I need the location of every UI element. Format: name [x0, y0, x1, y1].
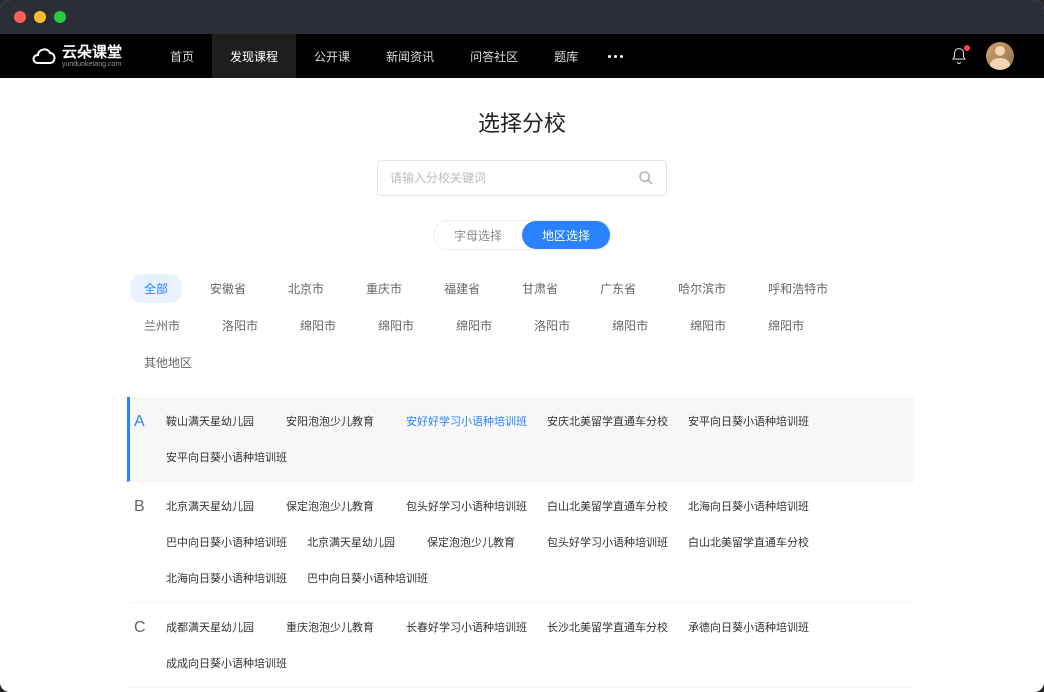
letter-group: D大同满天星幼儿园丹东泡泡少儿教育大连好学习小语种培训班大洋北美留学直通车分校达…	[130, 688, 914, 692]
school-item[interactable]: 北京满天星幼儿园	[166, 488, 266, 524]
school-item[interactable]: 成都满天星幼儿园	[166, 609, 266, 645]
main-content: 选择分校 字母选择 地区选择 全部安徽省北京市重庆市福建省甘肃省广东省哈尔滨市呼…	[0, 78, 1044, 692]
school-item[interactable]: 白山北美留学直通车分校	[547, 488, 668, 524]
cloud-logo-icon	[30, 45, 58, 67]
school-item[interactable]: 保定泡泡少儿教育	[286, 488, 386, 524]
school-item[interactable]: 北海向日葵小语种培训班	[688, 488, 809, 524]
top-navigation: 云朵课堂 yunduoketang.com 首页发现课程公开课新闻资讯问答社区题…	[0, 34, 1044, 78]
region-tag[interactable]: 绵阳市	[364, 311, 428, 340]
region-tag[interactable]: 重庆市	[352, 274, 416, 303]
region-toggle-button[interactable]: 地区选择	[522, 221, 610, 249]
school-item[interactable]: 北京满天星幼儿园	[307, 524, 407, 560]
region-tag[interactable]: 安徽省	[196, 274, 260, 303]
school-item[interactable]: 白山北美留学直通车分校	[688, 524, 809, 560]
nav-item[interactable]: 题库	[536, 34, 596, 78]
region-list: 全部安徽省北京市重庆市福建省甘肃省广东省哈尔滨市呼和浩特市兰州市洛阳市绵阳市绵阳…	[130, 274, 914, 385]
brand-logo[interactable]: 云朵课堂 yunduoketang.com	[30, 45, 122, 68]
region-panel: 全部安徽省北京市重庆市福建省甘肃省广东省哈尔滨市呼和浩特市兰州市洛阳市绵阳市绵阳…	[0, 274, 1044, 397]
region-tag[interactable]: 甘肃省	[508, 274, 572, 303]
letter-label: C	[130, 609, 166, 681]
school-item[interactable]: 安平向日葵小语种培训班	[688, 403, 809, 439]
region-tag[interactable]: 广东省	[586, 274, 650, 303]
maximize-window-button[interactable]	[54, 11, 66, 23]
school-list: 鞍山满天星幼儿园安阳泡泡少儿教育安好好学习小语种培训班安庆北美留学直通车分校安平…	[166, 403, 914, 475]
minimize-window-button[interactable]	[34, 11, 46, 23]
region-tag[interactable]: 兰州市	[130, 311, 194, 340]
region-tag[interactable]: 绵阳市	[442, 311, 506, 340]
brand-name: 云朵课堂	[62, 45, 122, 60]
letter-groups: A鞍山满天星幼儿园安阳泡泡少儿教育安好好学习小语种培训班安庆北美留学直通车分校安…	[0, 397, 1044, 692]
region-tag[interactable]: 哈尔滨市	[664, 274, 740, 303]
notification-bell-icon[interactable]	[950, 47, 968, 65]
toggle-wrap: 字母选择 地区选择	[0, 220, 1044, 250]
school-list: 成都满天星幼儿园重庆泡泡少儿教育长春好学习小语种培训班长沙北美留学直通车分校承德…	[166, 609, 914, 681]
nav-item[interactable]: 新闻资讯	[368, 34, 452, 78]
school-item[interactable]: 成成向日葵小语种培训班	[166, 645, 287, 681]
region-tag[interactable]: 绵阳市	[598, 311, 662, 340]
region-tag[interactable]: 其他地区	[130, 348, 206, 377]
region-tag[interactable]: 洛阳市	[208, 311, 272, 340]
search-wrap	[0, 160, 1044, 196]
search-input[interactable]	[390, 171, 638, 185]
app-window: 云朵课堂 yunduoketang.com 首页发现课程公开课新闻资讯问答社区题…	[0, 0, 1044, 692]
school-item[interactable]: 保定泡泡少儿教育	[427, 524, 527, 560]
letter-label: A	[130, 403, 166, 475]
region-tag[interactable]: 全部	[130, 274, 182, 303]
letter-label: B	[130, 488, 166, 596]
nav-right	[950, 42, 1014, 70]
region-tag[interactable]: 绵阳市	[754, 311, 818, 340]
page-title: 选择分校	[0, 106, 1044, 138]
alphabet-toggle-button[interactable]: 字母选择	[434, 221, 522, 249]
school-item[interactable]: 巴中向日葵小语种培训班	[166, 524, 287, 560]
school-item[interactable]: 安庆北美留学直通车分校	[547, 403, 668, 439]
nav-item[interactable]: 公开课	[296, 34, 368, 78]
nav-item[interactable]: 问答社区	[452, 34, 536, 78]
letter-group: B北京满天星幼儿园保定泡泡少儿教育包头好学习小语种培训班白山北美留学直通车分校北…	[130, 482, 914, 603]
notification-dot-icon	[964, 45, 970, 51]
school-item[interactable]: 包头好学习小语种培训班	[547, 524, 668, 560]
school-item[interactable]: 包头好学习小语种培训班	[406, 488, 527, 524]
filter-toggle: 字母选择 地区选择	[433, 220, 611, 250]
brand-sub: yunduoketang.com	[62, 61, 122, 68]
school-item[interactable]: 安平向日葵小语种培训班	[166, 439, 287, 475]
user-avatar[interactable]	[986, 42, 1014, 70]
nav-more-icon[interactable]	[596, 55, 635, 58]
region-tag[interactable]: 绵阳市	[676, 311, 740, 340]
school-list: 北京满天星幼儿园保定泡泡少儿教育包头好学习小语种培训班白山北美留学直通车分校北海…	[166, 488, 914, 596]
nav-item[interactable]: 发现课程	[212, 34, 296, 78]
region-tag[interactable]: 绵阳市	[286, 311, 350, 340]
region-tag[interactable]: 福建省	[430, 274, 494, 303]
search-box	[377, 160, 667, 196]
nav-items: 首页发现课程公开课新闻资讯问答社区题库	[152, 34, 596, 78]
search-icon[interactable]	[638, 170, 654, 186]
school-item[interactable]: 鞍山满天星幼儿园	[166, 403, 266, 439]
school-item[interactable]: 安阳泡泡少儿教育	[286, 403, 386, 439]
titlebar	[0, 0, 1044, 34]
school-item[interactable]: 长沙北美留学直通车分校	[547, 609, 668, 645]
school-item[interactable]: 安好好学习小语种培训班	[406, 403, 527, 439]
school-item[interactable]: 巴中向日葵小语种培训班	[307, 560, 428, 596]
region-tag[interactable]: 呼和浩特市	[754, 274, 842, 303]
letter-group: C成都满天星幼儿园重庆泡泡少儿教育长春好学习小语种培训班长沙北美留学直通车分校承…	[130, 603, 914, 688]
school-item[interactable]: 重庆泡泡少儿教育	[286, 609, 386, 645]
letter-group: A鞍山满天星幼儿园安阳泡泡少儿教育安好好学习小语种培训班安庆北美留学直通车分校安…	[127, 397, 914, 482]
school-item[interactable]: 北海向日葵小语种培训班	[166, 560, 287, 596]
school-item[interactable]: 承德向日葵小语种培训班	[688, 609, 809, 645]
region-tag[interactable]: 洛阳市	[520, 311, 584, 340]
school-item[interactable]: 长春好学习小语种培训班	[406, 609, 527, 645]
close-window-button[interactable]	[14, 11, 26, 23]
nav-item[interactable]: 首页	[152, 34, 212, 78]
region-tag[interactable]: 北京市	[274, 274, 338, 303]
